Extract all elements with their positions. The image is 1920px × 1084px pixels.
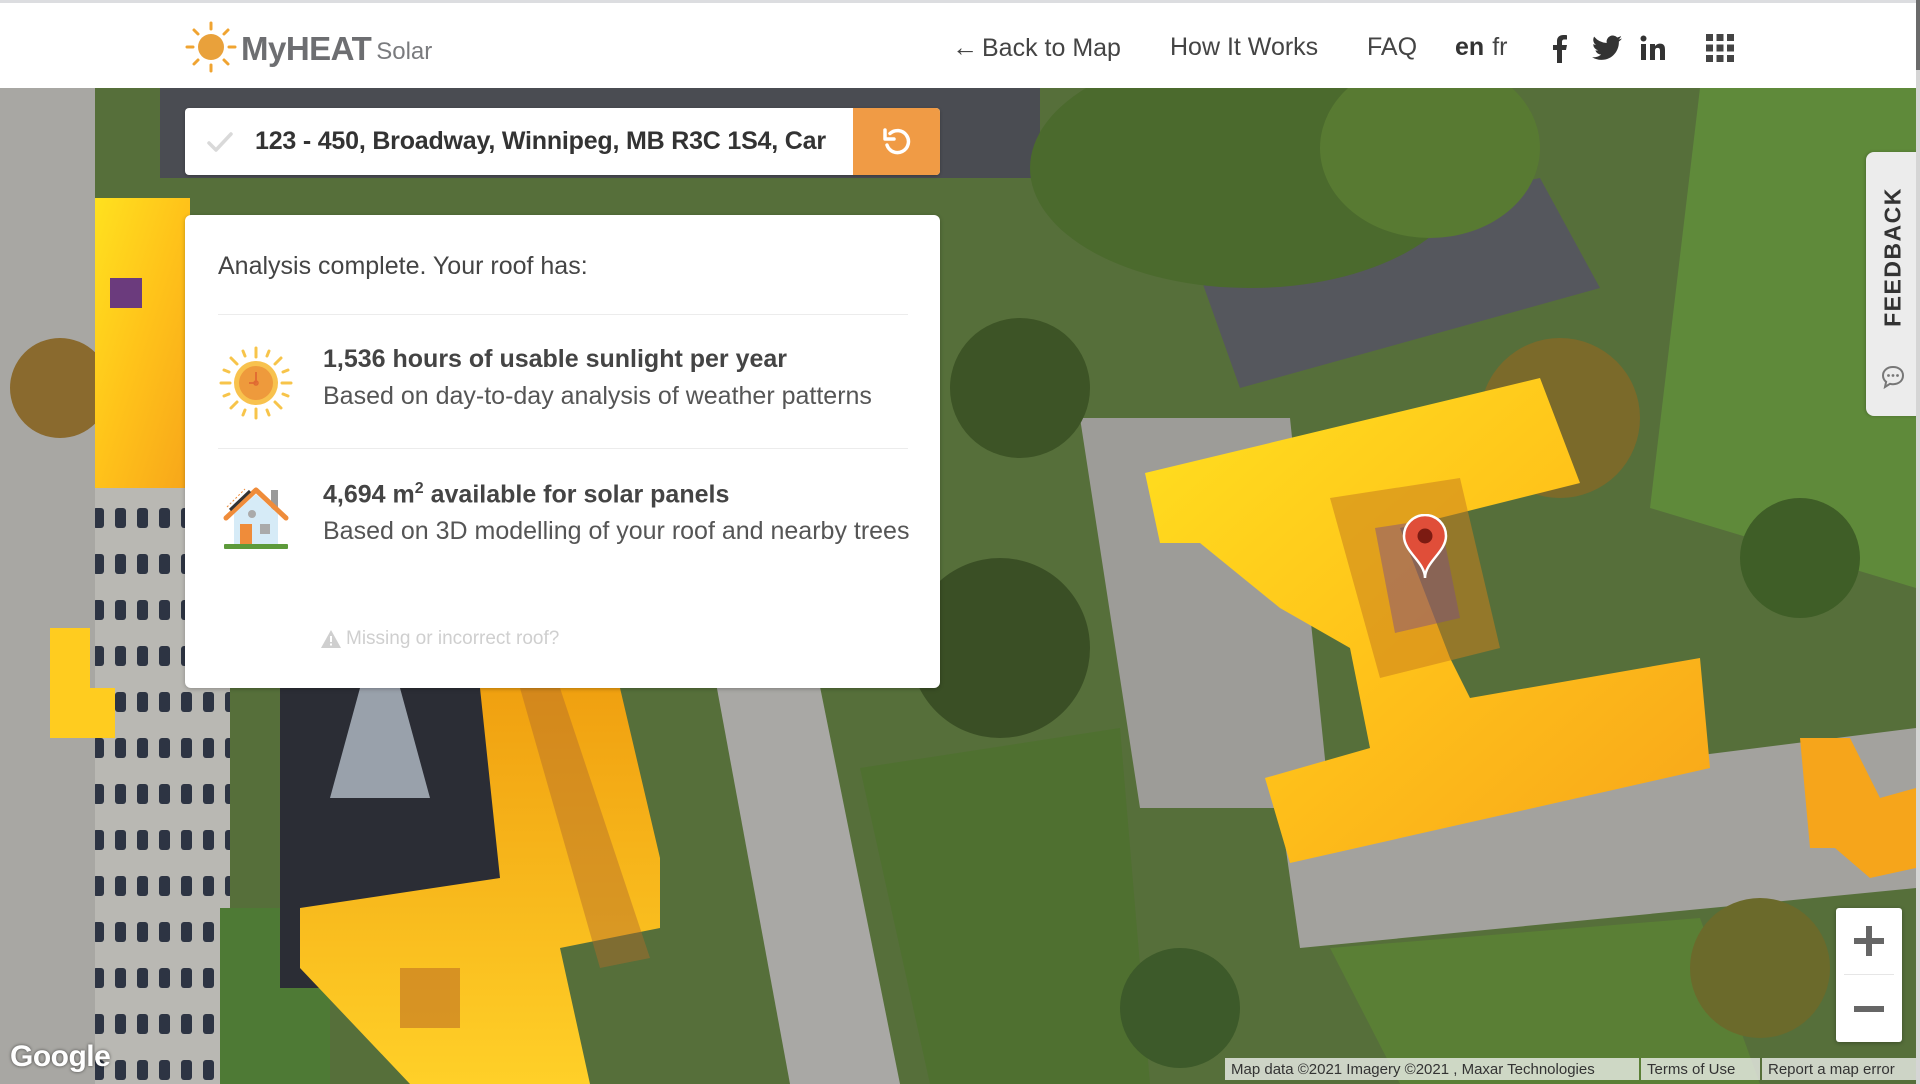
back-to-map-link[interactable]: ← Back to Map [952, 25, 1121, 69]
feedback-tab[interactable]: FEEDBACK [1866, 152, 1920, 416]
faq-anchor[interactable]: FAQ [1367, 33, 1417, 62]
sunlight-hours-title: 1,536 hours of usable sunlight per year [323, 345, 788, 373]
house-solar-icon [218, 480, 294, 556]
reset-icon [882, 127, 910, 154]
chat-bubble-icon [1880, 364, 1906, 395]
logo-brand-text: MyHEAT [241, 30, 372, 67]
scrollbar-thumb[interactable] [1916, 0, 1920, 70]
logo-product-text: Solar [376, 38, 433, 65]
language-fr[interactable]: fr [1492, 33, 1507, 62]
zoom-separator [1844, 974, 1894, 975]
report-map-error-anchor[interactable]: Report a map error [1768, 1061, 1895, 1078]
sunlight-hours-description: Based on day-to-day analysis of weather … [323, 382, 872, 410]
terms-of-use-link[interactable]: Terms of Use [1641, 1058, 1760, 1080]
zoom-in-button[interactable] [1836, 908, 1902, 974]
language-en[interactable]: en [1455, 33, 1484, 62]
card-divider [218, 448, 908, 449]
report-map-error-link[interactable]: Report a map error [1762, 1058, 1916, 1080]
analysis-intro-text: Analysis complete. Your roof has: [218, 252, 588, 280]
faq-link[interactable]: FAQ [1367, 25, 1417, 69]
roof-area-description: Based on 3D modelling of your roof and n… [323, 517, 910, 545]
google-logo[interactable]: Google [10, 1040, 111, 1074]
myheat-logo[interactable]: MyHEAT Solar [185, 21, 433, 78]
sun-clock-icon [218, 345, 294, 421]
page-scrollbar[interactable] [1916, 0, 1920, 1084]
missing-roof-link[interactable]: Missing or incorrect roof? [320, 628, 559, 650]
analysis-result-card: Analysis complete. Your roof has: 1,536 … [185, 215, 940, 688]
sun-icon [185, 21, 237, 78]
checkmark-icon [185, 131, 255, 153]
map-data-attribution: Map data ©2021 Imagery ©2021 , Maxar Tec… [1225, 1058, 1639, 1080]
back-to-map-label: Back to Map [982, 33, 1121, 62]
address-search-bar[interactable]: 123 - 450, Broadway, Winnipeg, MB R3C 1S… [185, 108, 940, 175]
roof-area-title-rest: available for solar panels [423, 480, 730, 509]
location-marker-icon[interactable] [1402, 514, 1448, 580]
how-it-works-link[interactable]: How It Works [1170, 25, 1318, 69]
minus-icon [1854, 1006, 1884, 1012]
address-input[interactable]: 123 - 450, Broadway, Winnipeg, MB R3C 1S… [255, 127, 853, 156]
roof-area-stat: 4,694 m2 available for solar panels Base… [218, 480, 918, 600]
plus-icon [1854, 926, 1884, 956]
missing-roof-label: Missing or incorrect roof? [346, 628, 560, 649]
apps-grid-icon[interactable] [1706, 31, 1734, 65]
feedback-label: FEEDBACK [1879, 187, 1906, 327]
reset-search-button[interactable] [853, 108, 940, 175]
card-divider [218, 314, 908, 315]
site-header: MyHEAT Solar ← Back to Map How It Works F… [0, 3, 1916, 88]
arrow-left-icon: ← [952, 31, 978, 62]
facebook-icon[interactable] [1550, 31, 1568, 65]
how-it-works-anchor[interactable]: How It Works [1170, 33, 1318, 62]
twitter-icon[interactable] [1592, 31, 1622, 65]
linkedin-icon[interactable] [1640, 31, 1666, 65]
warning-icon [321, 630, 341, 648]
roof-area-value: 4,694 m [323, 480, 415, 509]
zoom-out-button[interactable] [1836, 976, 1902, 1042]
language-switcher: en fr [1455, 25, 1507, 69]
terms-of-use-anchor[interactable]: Terms of Use [1647, 1061, 1735, 1078]
sunlight-hours-stat: 1,536 hours of usable sunlight per year … [218, 345, 918, 435]
back-to-map-anchor[interactable]: ← Back to Map [952, 32, 1121, 63]
roof-area-title: 4,694 m2 available for solar panels [323, 480, 729, 509]
roof-area-unit-superscript: 2 [414, 480, 424, 497]
map-zoom-controls [1836, 908, 1902, 1042]
